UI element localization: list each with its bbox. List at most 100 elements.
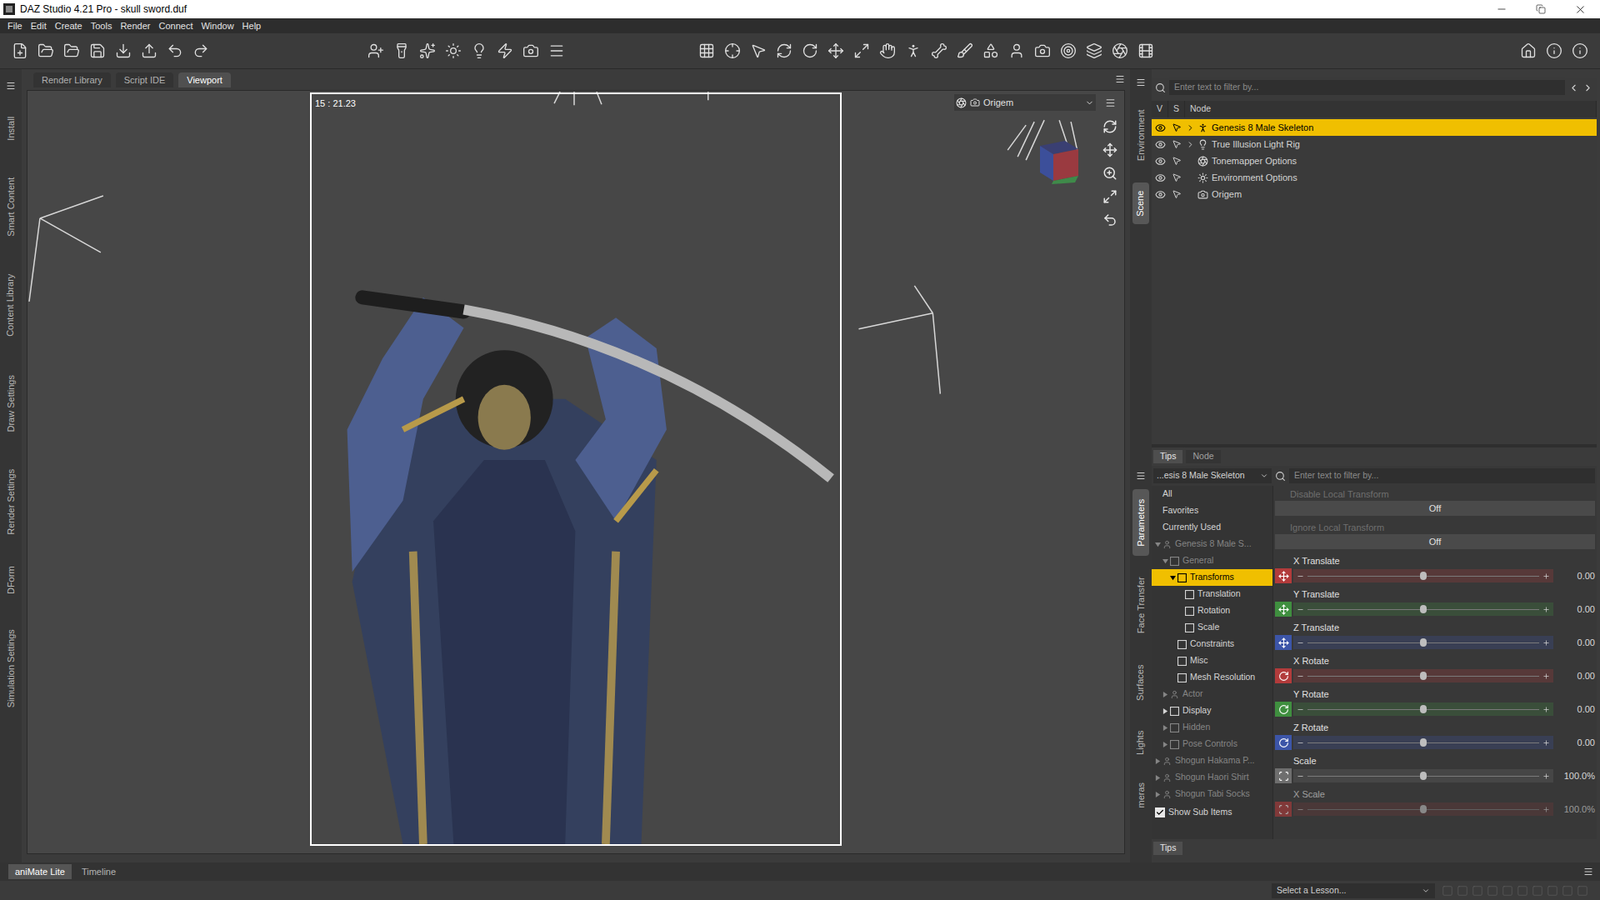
slider-knob[interactable] xyxy=(1420,771,1427,780)
menu-item[interactable]: Window xyxy=(196,19,238,34)
lesson-step-icon[interactable] xyxy=(1516,885,1529,897)
collapsed-arrow-icon[interactable] xyxy=(1162,708,1169,715)
parameter-group[interactable]: Shogun Tabi Socks xyxy=(1151,785,1273,803)
viewport[interactable]: 15 : 21.23Origem xyxy=(26,90,1125,855)
increase-icon[interactable] xyxy=(1542,772,1550,780)
value-slider[interactable] xyxy=(1293,702,1554,716)
decrease-icon[interactable] xyxy=(1296,705,1305,714)
render-icon[interactable] xyxy=(1111,42,1129,60)
column-header[interactable]: S xyxy=(1168,100,1185,118)
scene-node[interactable]: Genesis 8 Male Skeleton xyxy=(1151,119,1597,136)
parameter-group[interactable]: Favorites xyxy=(1151,502,1273,520)
lesson-step-icon[interactable] xyxy=(1561,885,1574,897)
parameter-group[interactable]: Actor xyxy=(1151,685,1273,703)
selectable-pointer-icon[interactable] xyxy=(1171,189,1182,200)
viewport-pane-menu-icon[interactable] xyxy=(1115,74,1125,85)
camera-selector[interactable]: Origem xyxy=(954,94,1096,111)
right-pane-tab[interactable]: Environment xyxy=(1132,99,1150,171)
brush-icon[interactable] xyxy=(956,42,974,60)
figure-add-icon[interactable] xyxy=(367,42,385,60)
pan-icon[interactable] xyxy=(1102,142,1118,158)
close-icon[interactable] xyxy=(1574,3,1587,16)
menu-item[interactable]: Create xyxy=(50,19,87,34)
distant-light-icon[interactable] xyxy=(445,42,462,60)
selectable-pointer-icon[interactable] xyxy=(1171,172,1182,183)
expanded-arrow-icon[interactable] xyxy=(1155,541,1161,548)
lesson-step-icon[interactable] xyxy=(1531,885,1544,897)
merge-icon[interactable] xyxy=(63,42,80,60)
pane-menu-icon[interactable] xyxy=(1583,866,1594,877)
value-slider[interactable] xyxy=(1293,769,1554,783)
hand-icon[interactable] xyxy=(879,42,896,60)
value-slider[interactable] xyxy=(1293,602,1554,616)
column-header[interactable]: Node xyxy=(1185,100,1597,118)
right-pane-tab[interactable]: meras xyxy=(1132,774,1150,816)
collapsed-arrow-icon[interactable] xyxy=(1155,775,1161,781)
parameter-group[interactable]: Mesh Resolution xyxy=(1151,669,1273,686)
increase-icon[interactable] xyxy=(1542,705,1550,714)
figure-icon[interactable] xyxy=(1008,42,1025,60)
open-icon[interactable] xyxy=(37,42,55,60)
lesson-step-icon[interactable] xyxy=(1456,885,1469,897)
import-icon[interactable] xyxy=(115,42,132,60)
parameter-group[interactable]: Rotation xyxy=(1151,602,1273,620)
value-slider[interactable] xyxy=(1293,669,1554,683)
pane-menu-icon[interactable] xyxy=(1135,470,1146,481)
slider-knob[interactable] xyxy=(1420,738,1427,747)
decrease-icon[interactable] xyxy=(1296,805,1305,814)
menu-item[interactable]: File xyxy=(3,19,27,34)
info-tab[interactable]: Tips xyxy=(1153,450,1183,464)
spot-light-icon[interactable] xyxy=(393,42,410,60)
scene-node[interactable]: Tonemapper Options xyxy=(1151,152,1597,170)
increase-icon[interactable] xyxy=(1542,672,1550,680)
toggle-button[interactable]: Off xyxy=(1275,534,1595,550)
grid-icon[interactable] xyxy=(698,42,715,60)
lesson-selector[interactable]: Select a Lesson... xyxy=(1271,883,1435,899)
parameter-group[interactable]: Shogun Haori Shirt xyxy=(1151,769,1273,786)
increase-icon[interactable] xyxy=(1542,605,1550,614)
slider-knob[interactable] xyxy=(1420,571,1427,580)
center-tab[interactable]: Render Library xyxy=(33,72,111,88)
decrease-icon[interactable] xyxy=(1296,772,1305,780)
parameter-group[interactable]: Display xyxy=(1151,702,1273,720)
pane-menu-icon[interactable] xyxy=(1135,77,1146,88)
tips-tab[interactable]: Tips xyxy=(1153,841,1183,855)
expanded-arrow-icon[interactable] xyxy=(1170,575,1176,581)
parameter-group[interactable]: General xyxy=(1151,552,1273,570)
focus-icon[interactable] xyxy=(1060,42,1077,60)
center-tab[interactable]: Script IDE xyxy=(115,72,175,88)
slider-knob[interactable] xyxy=(1420,605,1427,614)
expand-arrow-icon[interactable] xyxy=(1185,140,1195,150)
zoom-icon[interactable] xyxy=(1102,165,1118,181)
frame-icon[interactable] xyxy=(1102,189,1118,205)
decrease-icon[interactable] xyxy=(1296,639,1305,647)
orbit-icon[interactable] xyxy=(1102,119,1118,135)
parameter-group[interactable]: Pose Controls xyxy=(1151,735,1273,753)
decrease-icon[interactable] xyxy=(1296,572,1305,580)
lesson-step-icon[interactable] xyxy=(1501,885,1514,897)
film-icon[interactable] xyxy=(1137,42,1155,60)
selectable-pointer-icon[interactable] xyxy=(1171,122,1182,133)
visibility-eye-icon[interactable] xyxy=(1155,122,1166,134)
visibility-eye-icon[interactable] xyxy=(1155,172,1166,184)
expanded-arrow-icon[interactable] xyxy=(1162,558,1169,565)
increase-icon[interactable] xyxy=(1542,739,1550,747)
restore-icon[interactable] xyxy=(1535,4,1546,15)
slider-knob[interactable] xyxy=(1420,705,1427,714)
right-pane-tab[interactable]: Surfaces xyxy=(1132,654,1150,711)
right-pane-tab[interactable]: Scene xyxy=(1132,182,1150,225)
pose-icon[interactable] xyxy=(905,42,922,60)
dropdown-arrow-icon[interactable] xyxy=(1260,471,1269,480)
shapes-icon[interactable] xyxy=(982,42,1000,60)
scale-icon[interactable] xyxy=(853,42,870,60)
slider-knob[interactable] xyxy=(1420,671,1427,680)
center-tab[interactable]: Viewport xyxy=(178,72,231,88)
left-pane-tab[interactable]: Simulation Settings xyxy=(2,612,20,725)
visibility-eye-icon[interactable] xyxy=(1155,139,1166,150)
scene-node[interactable]: Origem xyxy=(1151,185,1597,203)
parameter-group[interactable]: Genesis 8 Male S... xyxy=(1151,535,1273,553)
rotate-icon[interactable] xyxy=(801,42,819,60)
draw-style-icon[interactable] xyxy=(955,97,967,109)
scene-filter-field[interactable]: Enter text to filter by... xyxy=(1169,80,1565,95)
value-slider[interactable] xyxy=(1293,802,1554,816)
